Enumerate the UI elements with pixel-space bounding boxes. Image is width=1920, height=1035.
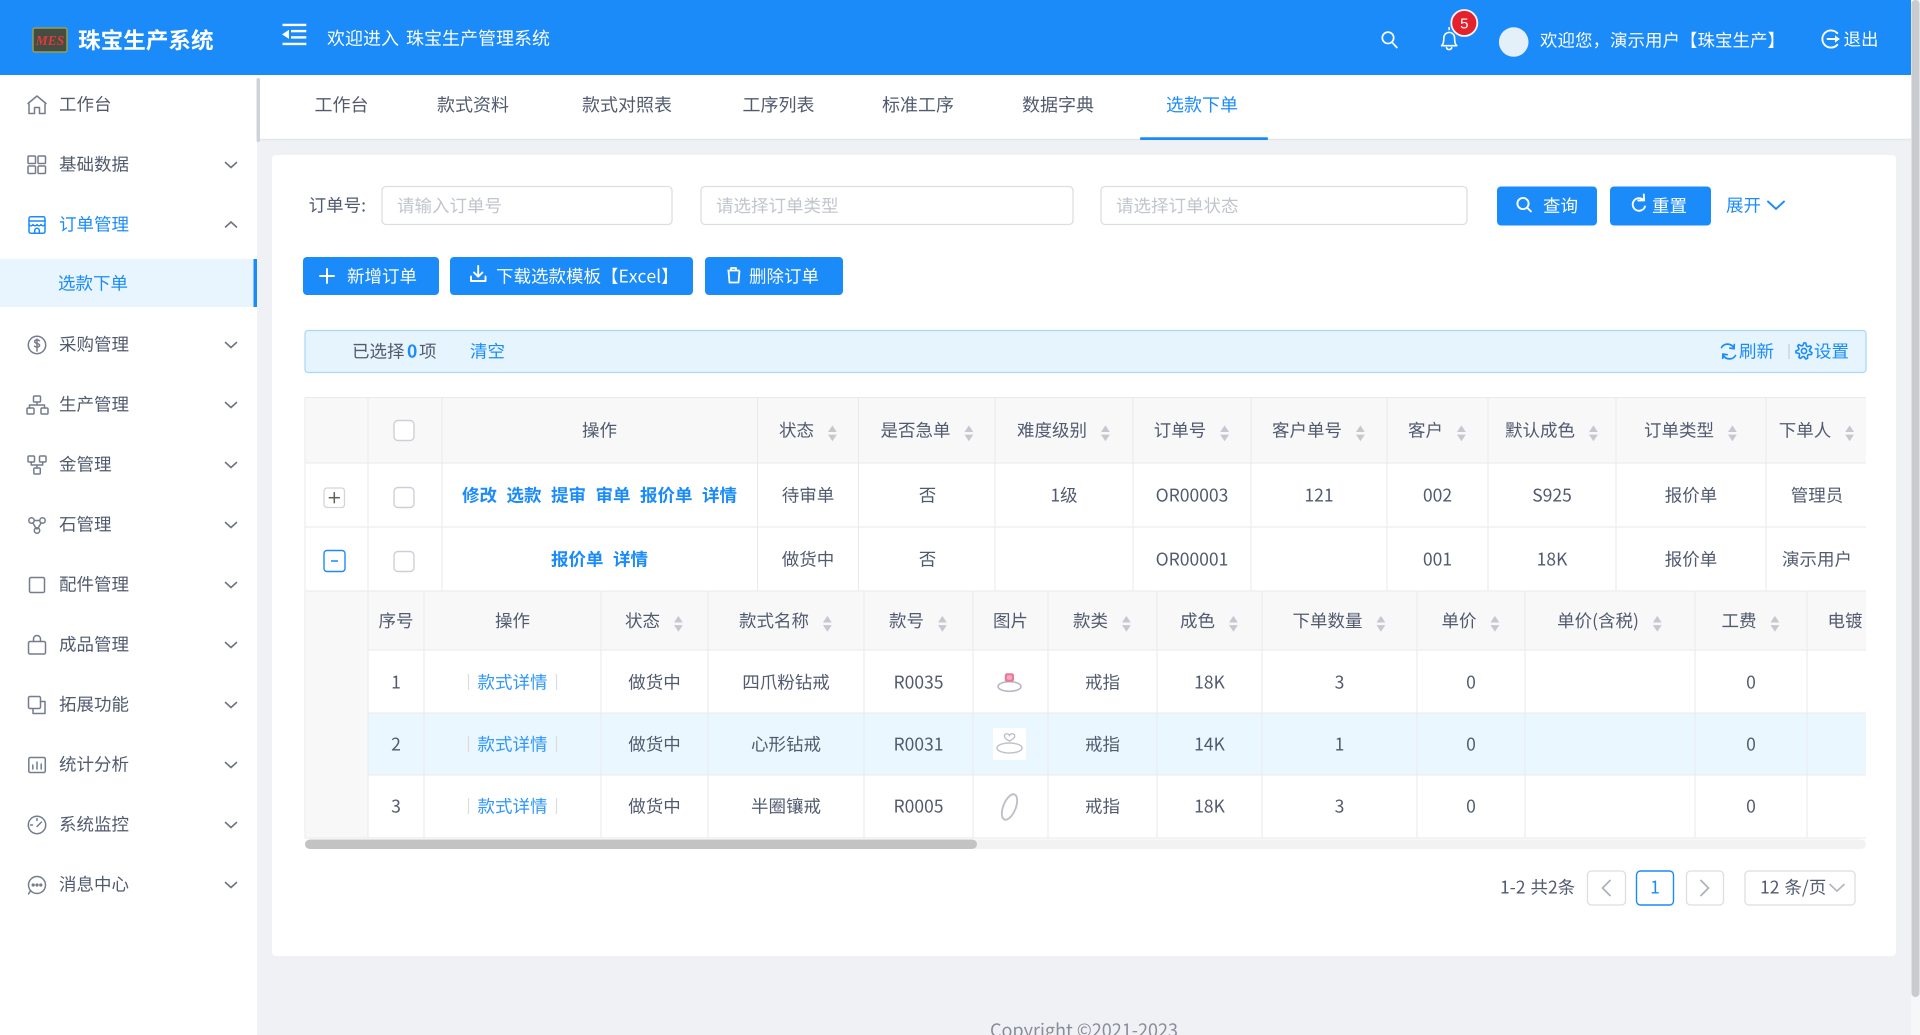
- svg-text:5: 5: [1460, 15, 1468, 32]
- svg-text:MES: MES: [35, 33, 65, 48]
